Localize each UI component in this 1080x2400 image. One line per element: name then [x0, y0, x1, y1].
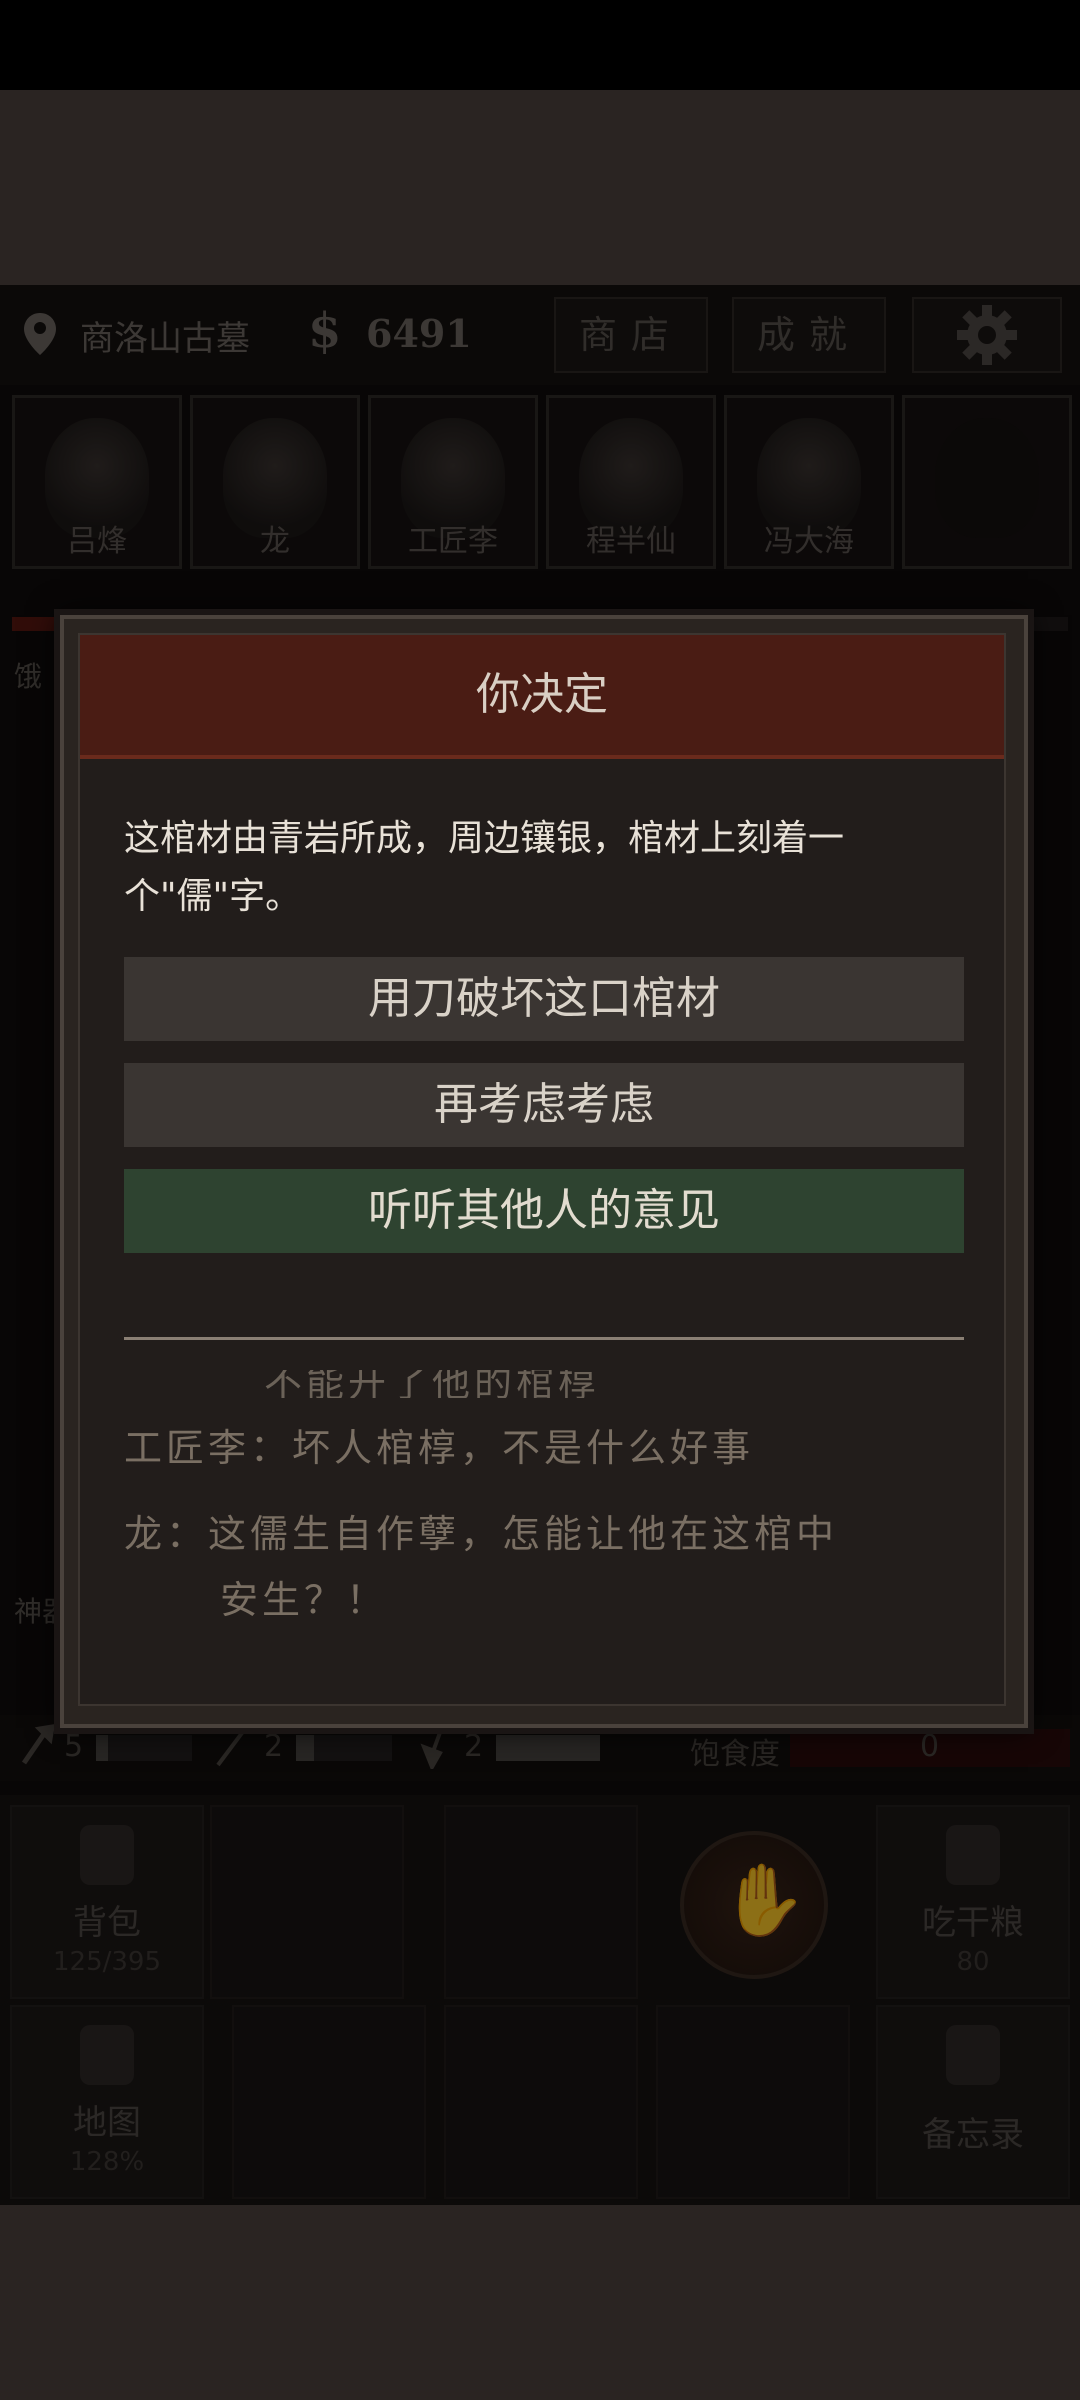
bottom-letterbox — [0, 2205, 1080, 2400]
log-text: 这儒生自作孽，怎能让他在这棺中 — [208, 1512, 839, 1556]
decision-dialog: 你决定 这棺材由青岩所成，周边镶银，棺材上刻着一个"儒"字。 用刀破坏这口棺材 … — [60, 615, 1028, 1728]
status-bar — [0, 0, 1080, 90]
log-text: 坏人棺椁，不是什么好事 — [292, 1426, 755, 1470]
dialog-title: 你决定 — [80, 635, 1004, 759]
option-break-coffin-button[interactable]: 用刀破坏这口棺材 — [124, 957, 964, 1041]
top-letterbox — [0, 90, 1080, 285]
option-ask-others-button[interactable]: 听听其他人的意见 — [124, 1169, 964, 1253]
option-reconsider-button[interactable]: 再考虑考虑 — [124, 1063, 964, 1147]
log-text-continued: 安生？！ — [220, 1578, 389, 1622]
dialog-body: 你决定 这棺材由青岩所成，周边镶银，棺材上刻着一个"儒"字。 用刀破坏这口棺材 … — [78, 633, 1006, 1706]
divider — [124, 1337, 964, 1340]
log-speaker: 龙： — [124, 1512, 209, 1556]
log-line-partial: 不能开了他的棺椁 — [264, 1370, 601, 1398]
log-line: 龙：这儒生自作孽，怎能让他在这棺中 安生？！ — [124, 1501, 964, 1633]
log-speaker: 工匠李： — [124, 1426, 293, 1470]
dialog-description: 这棺材由青岩所成，周边镶银，棺材上刻着一个"儒"字。 — [124, 818, 845, 917]
log-line: 工匠李：坏人棺椁，不是什么好事 — [124, 1415, 964, 1481]
